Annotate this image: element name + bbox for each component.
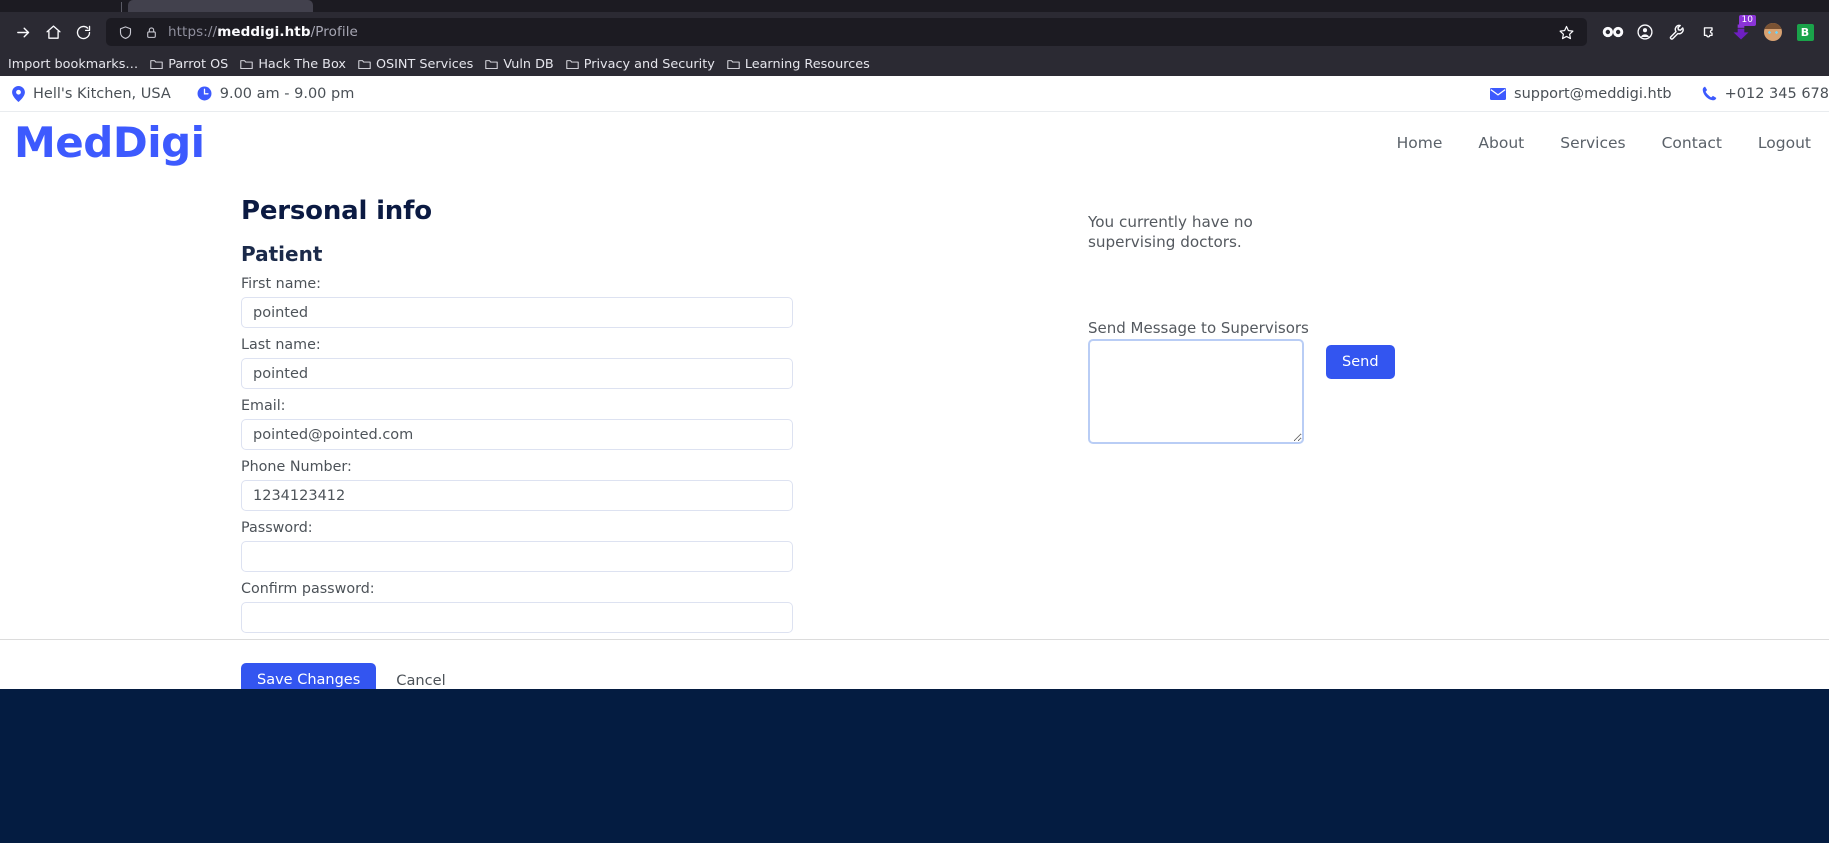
nav-item-services[interactable]: Services [1542,134,1643,152]
content-divider [0,639,1829,640]
support-phone-text: +012 345 678 [1724,85,1829,102]
email-label: Email: [241,398,286,414]
page-viewport: Hell's Kitchen, USA 9.00 am - 9.00 pm su… [0,76,1829,843]
role-heading: Patient [241,242,323,266]
browser-tab-active[interactable] [128,0,313,12]
support-email-text: support@meddigi.htb [1514,85,1672,102]
last-name-input[interactable] [241,358,793,389]
bookmark-star-icon[interactable] [1551,17,1581,47]
send-message-label: Send Message to Supervisors [1088,319,1309,337]
password-label: Password: [241,520,313,536]
bookmark-label: OSINT Services [375,56,474,72]
bookmark-import[interactable]: Import bookmarks… [2,55,144,74]
clock-icon [197,86,212,101]
site-header: MedDigi Home About Services Contact Logo… [0,112,1829,174]
email-input[interactable] [241,419,793,450]
folder-icon [727,59,740,70]
bookmark-label: Import bookmarks… [8,56,139,72]
site-footer [0,689,1829,843]
phone-icon [1702,86,1717,101]
bookmark-label: Hack The Box [258,56,346,72]
account-circle-icon[interactable] [1629,17,1661,47]
profile-avatar-icon[interactable] [1757,17,1789,47]
phone-number-input[interactable] [241,480,793,511]
padlock-icon[interactable] [138,19,164,45]
hours-text: 9.00 am - 9.00 pm [219,85,355,102]
downloads-badge: 10 [1738,15,1756,26]
infinity-icon[interactable] [1597,17,1629,47]
folder-icon [358,59,371,70]
topbar-right-group: support@meddigi.htb +012 345 678 [1490,86,1829,102]
confirm-password-label: Confirm password: [241,581,375,597]
forward-arrow-icon[interactable] [8,17,38,47]
puzzle-extension-icon[interactable] [1693,17,1725,47]
location-pin-icon [12,85,25,102]
location-text: Hell's Kitchen, USA [33,85,171,102]
page-title: Personal info [241,196,432,226]
bookmarks-bar: Import bookmarks… Parrot OS Hack The Box… [0,52,1829,76]
home-icon[interactable] [38,17,68,47]
shield-icon[interactable] [112,19,138,45]
envelope-icon [1490,87,1507,100]
folder-icon [485,59,499,70]
browser-chrome: https://meddigi.htb/Profile 10 B Import … [0,0,1829,76]
url-text: https://meddigi.htb/Profile [168,24,358,40]
nav-item-home[interactable]: Home [1379,134,1461,152]
bookmark-osint-services[interactable]: OSINT Services [352,55,479,74]
bookmark-parrot-os[interactable]: Parrot OS [144,55,234,74]
reload-icon[interactable] [68,17,98,47]
profile-form-column: Personal info Patient First name: Last n… [241,196,793,697]
topbar-left-group: Hell's Kitchen, USA 9.00 am - 9.00 pm [0,85,355,102]
site-topbar: Hell's Kitchen, USA 9.00 am - 9.00 pm su… [0,76,1829,112]
bookmark-label: Parrot OS [168,56,229,72]
tab-separator [121,2,122,12]
browser-nav-toolbar: https://meddigi.htb/Profile 10 B [0,12,1829,52]
phone-number-label: Phone Number: [241,459,352,475]
site-logo[interactable]: MedDigi [0,122,205,164]
bookmark-label: Vuln DB [503,56,554,72]
main-navigation: Home About Services Contact Logout [1379,134,1829,152]
downloads-icon[interactable]: 10 [1725,15,1757,47]
folder-icon [566,59,579,70]
send-message-block: Send Message to Supervisors Send [1088,319,1508,444]
password-input[interactable] [241,541,793,572]
bookmark-label: Privacy and Security [583,56,715,72]
bookmark-learning-resources[interactable]: Learning Resources [721,55,876,74]
support-email[interactable]: support@meddigi.htb [1490,86,1672,102]
bitwarden-icon[interactable]: B [1789,17,1821,47]
tab-strip [0,0,1829,12]
no-supervising-doctors-message: You currently have no supervising doctor… [1088,213,1253,252]
nav-item-contact[interactable]: Contact [1644,134,1740,152]
url-bar[interactable]: https://meddigi.htb/Profile [106,18,1587,46]
bookmark-label: Learning Resources [744,56,870,72]
send-button[interactable]: Send [1326,345,1395,379]
nav-item-logout[interactable]: Logout [1740,134,1829,152]
location-info: Hell's Kitchen, USA [12,85,171,102]
support-phone[interactable]: +012 345 678 [1702,86,1829,102]
bookmark-hack-the-box[interactable]: Hack The Box [234,55,352,74]
message-textarea[interactable] [1088,339,1304,444]
wrench-icon[interactable] [1661,17,1693,47]
bookmark-vuln-db[interactable]: Vuln DB [479,55,559,74]
personal-info-form: First name: Last name: Email: Phone Numb… [241,276,793,697]
folder-icon [150,59,163,70]
confirm-password-input[interactable] [241,602,793,633]
supervisors-column: You currently have no supervising doctor… [1088,212,1508,444]
last-name-label: Last name: [241,337,321,353]
bookmark-privacy-and-security[interactable]: Privacy and Security [560,55,721,74]
bitwarden-letter: B [1796,23,1814,41]
first-name-input[interactable] [241,297,793,328]
browser-extensions-toolbar: 10 B [1593,15,1821,47]
hours-info: 9.00 am - 9.00 pm [197,85,355,102]
send-message-row: Send [1088,339,1508,444]
nav-item-about[interactable]: About [1460,134,1542,152]
first-name-label: First name: [241,276,321,292]
folder-icon [240,59,253,70]
avatar [1764,23,1782,41]
